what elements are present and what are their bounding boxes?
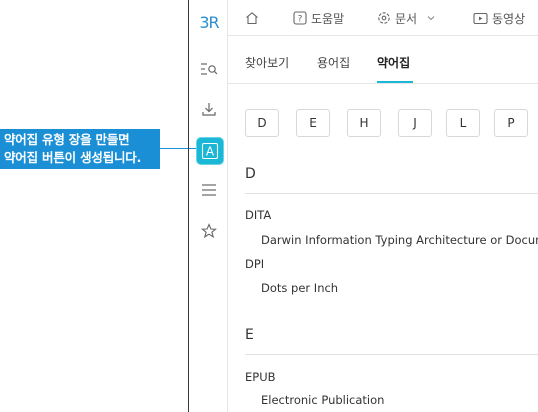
section-divider	[245, 193, 538, 194]
logo[interactable]: 3R	[197, 10, 221, 34]
glossary-definition: Dots per Inch	[261, 281, 339, 295]
docs-icon	[378, 12, 390, 24]
help-icon: ?	[293, 11, 307, 25]
glossary-term: DPI	[245, 257, 265, 271]
callout-line-1: 약어집 유형 장을 만들면	[4, 132, 130, 147]
glossary-definition: Darwin Information Typing Architecture o…	[261, 233, 538, 247]
home-icon[interactable]	[245, 9, 259, 27]
help-button[interactable]: ? 도움말	[293, 9, 344, 27]
top-header: ? 도움말 문서 동영상	[228, 0, 538, 36]
chevron-down-icon	[427, 16, 435, 21]
svg-text:?: ?	[298, 15, 303, 25]
callout-line-2: 약어집 버튼이 생성됩니다.	[4, 150, 142, 165]
section-heading: E	[245, 327, 254, 343]
tab-browse[interactable]: 찾아보기	[245, 54, 289, 71]
letter-button-l[interactable]: L	[446, 109, 480, 137]
download-icon[interactable]	[197, 97, 221, 121]
glossary-term: EPUB	[245, 370, 276, 384]
letter-button-p[interactable]: P	[494, 109, 528, 137]
abbreviation-button[interactable]: A	[196, 137, 224, 165]
abbreviation-icon-label: A	[206, 145, 215, 159]
docs-label: 문서	[395, 11, 418, 26]
screenshot-canvas: 약어집 유형 장을 만들면 약어집 버튼이 생성됩니다. 3R A ? 도움말 …	[0, 0, 538, 412]
help-label: 도움말	[311, 11, 345, 26]
video-button[interactable]: 동영상	[473, 9, 525, 27]
section-heading: D	[245, 166, 256, 182]
side-rail: 3R A	[189, 0, 228, 412]
video-label: 동영상	[492, 11, 526, 26]
letter-button-e[interactable]: E	[296, 109, 330, 137]
video-icon	[473, 12, 488, 24]
callout-box: 약어집 유형 장을 만들면 약어집 버튼이 생성됩니다.	[0, 129, 160, 169]
search-list-icon[interactable]	[197, 57, 221, 81]
tab-abbreviations[interactable]: 약어집	[377, 54, 410, 71]
glossary-definition: Electronic Publication	[261, 393, 385, 407]
menu-icon[interactable]	[197, 178, 221, 202]
star-icon[interactable]	[197, 219, 221, 243]
letter-button-h[interactable]: H	[347, 109, 381, 137]
active-tab-indicator	[377, 81, 413, 83]
tab-bar: 찾아보기 용어집 약어집	[228, 36, 538, 84]
tab-glossary[interactable]: 용어집	[317, 54, 350, 71]
docs-dropdown[interactable]: 문서	[377, 9, 435, 27]
section-divider	[245, 354, 538, 355]
glossary-term: DITA	[245, 208, 272, 222]
letter-button-j[interactable]: J	[398, 109, 432, 137]
letter-button-d[interactable]: D	[245, 109, 279, 137]
